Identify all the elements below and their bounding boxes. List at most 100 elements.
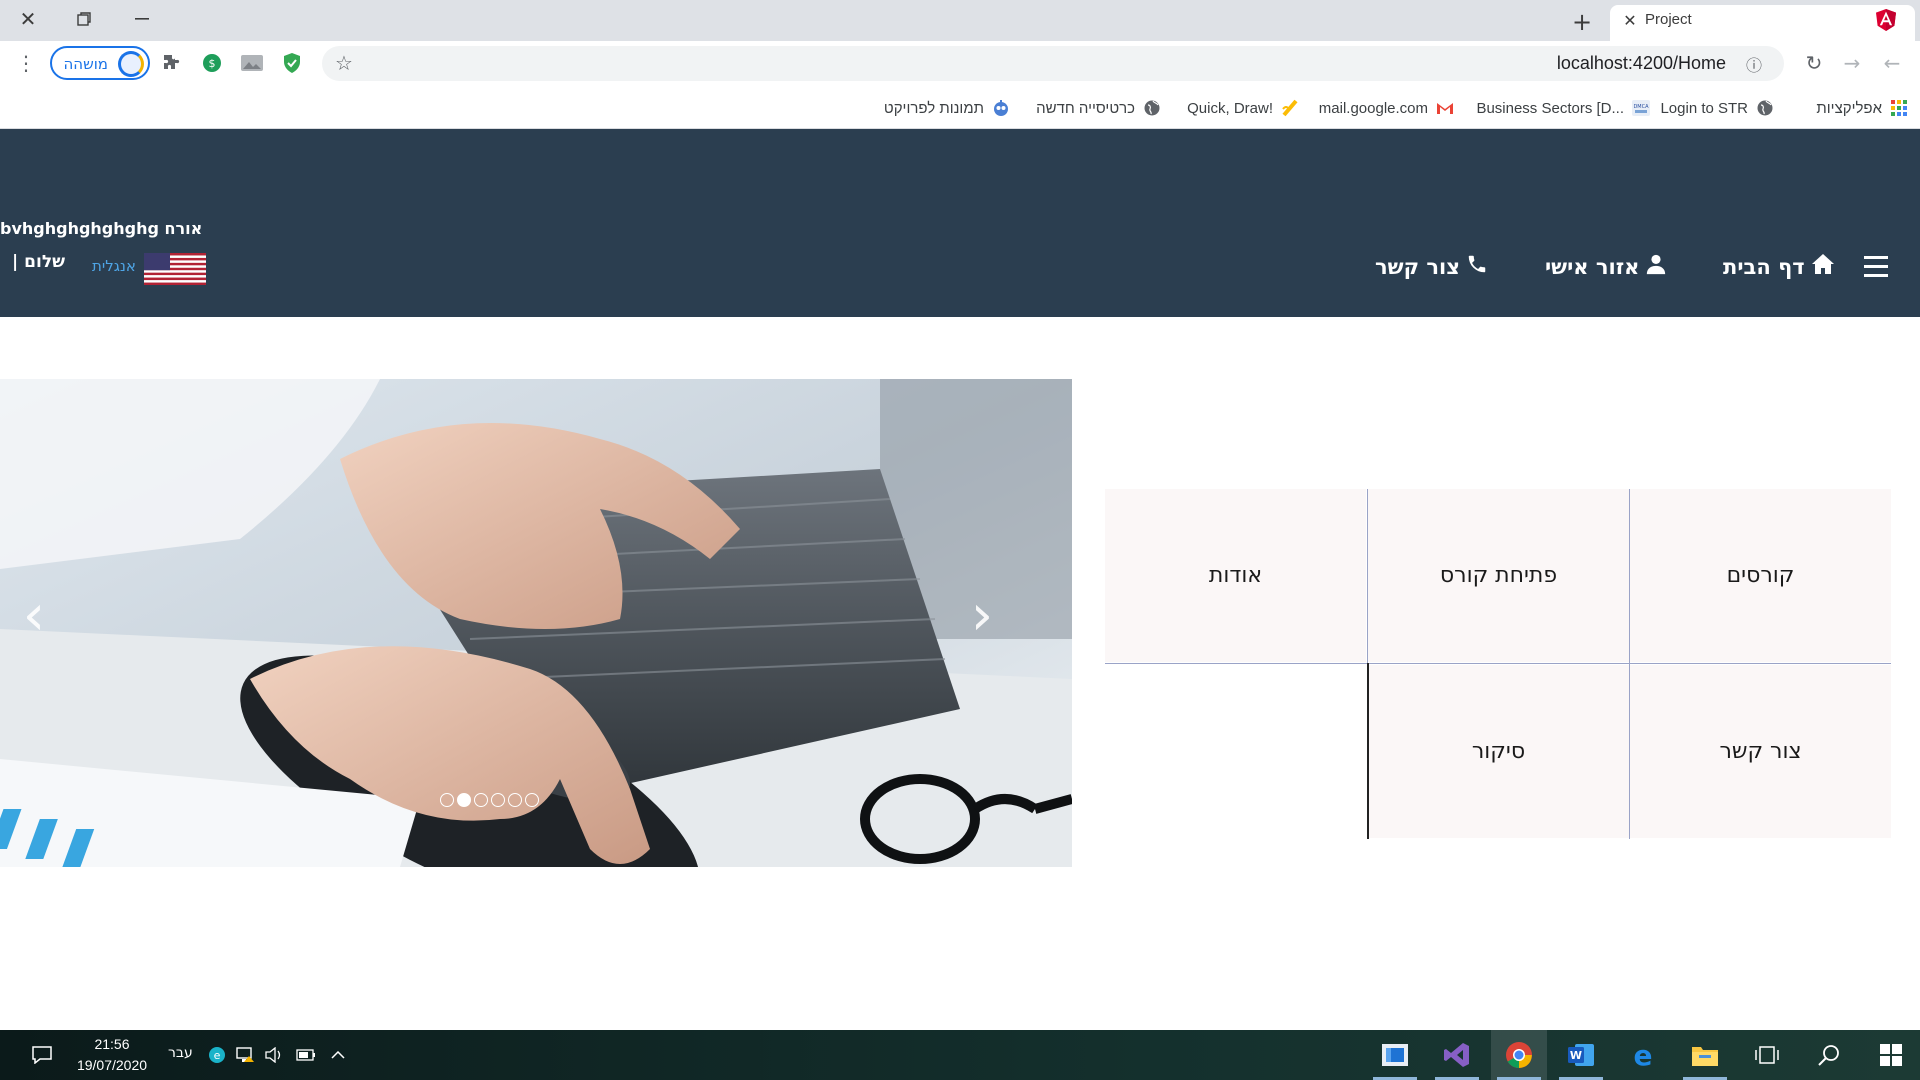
profile-label: מושהה [63,55,108,73]
search-icon[interactable] [1801,1030,1857,1080]
profile-button[interactable]: מושהה [50,46,150,80]
tile-divider [1105,663,1891,664]
volume-icon[interactable] [262,1030,286,1080]
clock-date: 19/07/2020 [76,1057,148,1073]
svg-text:e: e [214,1049,221,1062]
carousel-indicator-dot[interactable] [440,793,454,807]
tray-app-icon[interactable]: e [206,1030,228,1080]
avatar [118,51,144,77]
bookmark-label: כרטיסייה חדשה [1036,99,1135,117]
chevron-up-icon[interactable] [326,1030,350,1080]
bookmark-star-icon[interactable]: ☆ [330,49,358,77]
nav-contact-label: צור קשר [1375,254,1460,279]
carousel-indicator-dot[interactable] [525,793,539,807]
angular-favicon-icon [1876,9,1896,35]
tile-divider [1367,663,1369,839]
windows-taskbar: 21:56 19/07/2020 עבר e W e [0,1030,1920,1080]
address-bar[interactable]: ☆ localhost:4200/Home ⓘ [322,46,1784,81]
taskbar-app-word[interactable]: W [1553,1030,1609,1080]
back-icon[interactable]: → [1838,49,1866,77]
browser-tab-strip: ✕ + ✕ Project [0,0,1920,41]
task-view-icon[interactable] [1739,1030,1795,1080]
reload-icon[interactable]: ↻ [1800,49,1828,77]
extension-image-icon[interactable] [238,49,266,77]
apps-grid-icon [1890,99,1908,117]
bookmark-gmail[interactable]: mail.google.com [1319,95,1454,121]
hamburger-menu-icon[interactable] [1864,256,1888,278]
bookmark-login-str[interactable]: Login to STR [1660,95,1774,121]
taskbar-app-explorer-window[interactable] [1367,1030,1423,1080]
carousel-prev-button[interactable]: ‹ [14,588,54,644]
nav-contact[interactable]: צור קשר [1375,253,1488,280]
bookmark-label: Login to STR [1660,99,1748,117]
minimize-window-icon[interactable] [118,4,166,34]
globe-icon [1143,99,1161,117]
tile-about[interactable]: אודות [1105,489,1366,662]
taskbar-app-visual-studio[interactable] [1429,1030,1485,1080]
gmail-icon [1436,99,1454,117]
svg-text:DMCA: DMCA [1633,104,1649,110]
dmca-icon: DMCA [1632,99,1650,117]
svg-text:$: $ [209,57,216,70]
bookmark-label: Quick, Draw! [1187,99,1273,117]
bookmarks-bar: אפליקציות Login to STR Business Sectors … [0,87,1920,129]
us-flag-icon[interactable] [144,253,206,285]
taskbar-app-edge[interactable]: e [1615,1030,1671,1080]
screen: ✕ + ✕ Project ⋮ מושהה $ ☆ localhost:4200… [0,0,1920,1080]
battery-icon[interactable] [294,1030,318,1080]
url-input[interactable]: localhost:4200/Home [1557,53,1726,74]
carousel-indicators [440,793,539,807]
tile-courses[interactable]: קורסים [1630,489,1891,662]
close-window-icon[interactable]: ✕ [4,4,52,34]
tab-close-icon[interactable]: ✕ [1618,8,1642,32]
bookmark-label: Business Sectors [D... [1476,99,1624,117]
bookmark-apps[interactable]: אפליקציות [1816,95,1908,121]
menu-kebab-icon[interactable]: ⋮ [12,49,40,77]
carousel-indicator-dot[interactable] [474,793,488,807]
taskbar-app-file-explorer[interactable] [1677,1030,1733,1080]
carousel-indicator-dot[interactable] [457,793,471,807]
home-icon [1811,253,1835,280]
windows-start-icon[interactable] [1863,1030,1919,1080]
tile-open-course[interactable]: פתיחת קורס [1368,489,1629,662]
site-info-icon[interactable]: ⓘ [1740,50,1768,78]
tile-divider [1629,489,1630,839]
taskbar-app-chrome[interactable] [1491,1030,1547,1080]
bookmark-label: תמונות לפרויקט [883,99,984,117]
tiles-grid: קורסים פתיחת קורס אודות צור קשר סיקור [1105,489,1891,839]
new-tab-button[interactable]: + [1568,8,1596,36]
tile-summary[interactable]: סיקור [1368,665,1629,838]
network-icon[interactable] [234,1030,258,1080]
bookmark-business-sectors[interactable]: Business Sectors [D... DMCA [1476,95,1650,121]
svg-text:e: e [1634,1041,1653,1069]
svg-text:W: W [1570,1049,1582,1062]
nav-personal-area[interactable]: אזור אישי [1545,253,1667,280]
clock-time: 21:56 [94,1036,130,1052]
action-center-icon[interactable] [24,1030,60,1080]
language-link[interactable]: אנגלית [92,257,136,275]
site-header: bvhghghghghghg אורח | שלום אנגלית צור קש… [0,129,1920,317]
restore-window-icon[interactable] [60,4,108,34]
bookmark-label: mail.google.com [1318,99,1428,117]
carousel-indicator-dot[interactable] [491,793,505,807]
bookmark-new-tab[interactable]: כרטיסייה חדשה [1036,95,1161,121]
tile-contact[interactable]: צור קשר [1630,665,1891,838]
bot-icon [992,99,1010,117]
extension-green-icon[interactable]: $ [198,49,226,77]
bookmark-quick-draw[interactable]: Quick, Draw! [1187,95,1299,121]
taskbar-clock[interactable]: 21:56 19/07/2020 [62,1034,162,1076]
hello-text: | שלום [12,252,65,272]
nav-home[interactable]: דף הבית [1723,253,1835,280]
globe-icon [1756,99,1774,117]
forward-icon[interactable]: ← [1878,49,1906,77]
quickdraw-icon [1281,99,1299,117]
nav-personal-label: אזור אישי [1545,254,1640,279]
extensions-puzzle-icon[interactable] [158,49,186,77]
shield-check-icon[interactable] [278,49,306,77]
image-carousel[interactable]: ‹ › [0,379,1072,867]
input-language[interactable]: עבר [168,1045,193,1061]
carousel-indicator-dot[interactable] [508,793,522,807]
carousel-next-button[interactable]: › [962,588,1002,644]
nav-home-label: דף הבית [1723,254,1805,279]
bookmark-project-images[interactable]: תמונות לפרויקט [884,95,1010,121]
